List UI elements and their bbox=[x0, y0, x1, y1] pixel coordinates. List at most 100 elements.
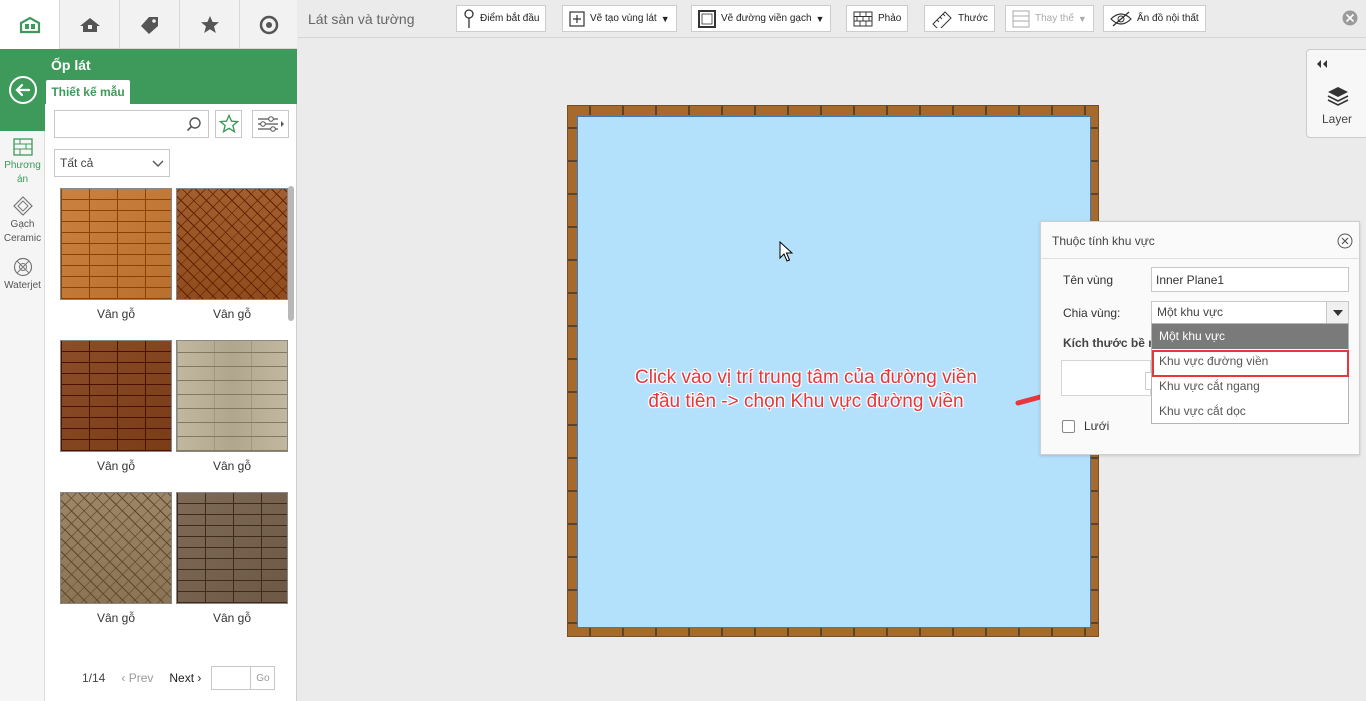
search-icon[interactable] bbox=[186, 116, 202, 132]
annotation-line-1: Click vào vị trí trung tâm của đường viề… bbox=[635, 367, 977, 388]
start-point-label: Điểm bắt đầu bbox=[480, 13, 540, 24]
compass-icon bbox=[259, 15, 278, 34]
draw-border-button[interactable]: Vẽ đường viền gạch ▼ bbox=[691, 5, 832, 32]
side-nav-label: Gạch Ceramic bbox=[3, 219, 42, 244]
side-nav-label: Waterjet bbox=[4, 280, 41, 291]
border-icon bbox=[698, 9, 716, 28]
start-point-button[interactable]: Điểm bắt đầu bbox=[456, 5, 547, 32]
caret-down-icon bbox=[1332, 309, 1343, 316]
side-nav: Phương án Gạch Ceramic Waterjet bbox=[0, 131, 45, 701]
hide-furniture-icon bbox=[1110, 11, 1132, 26]
tile-label: Vân gỗ bbox=[96, 307, 136, 321]
page-number-input[interactable] bbox=[211, 666, 252, 690]
logo-tab[interactable] bbox=[0, 0, 60, 49]
pagination: 1/14 ‹ Prev Next › Go bbox=[82, 666, 276, 690]
chevron-right-icon: › bbox=[194, 671, 202, 685]
go-button[interactable]: Go bbox=[251, 666, 276, 690]
house-tab[interactable] bbox=[60, 0, 120, 49]
tile-thumbnail[interactable]: Vân gỗ bbox=[176, 340, 288, 473]
dropdown-toggle[interactable] bbox=[1326, 302, 1348, 323]
back-button[interactable] bbox=[0, 49, 45, 131]
molding-label: Phảo bbox=[878, 13, 902, 24]
caret-down-icon: ▼ bbox=[815, 13, 825, 24]
zone-option-vertical[interactable]: Khu vực cắt dọc bbox=[1152, 399, 1348, 424]
close-editor-icon[interactable] bbox=[1341, 9, 1359, 27]
star-outline-icon bbox=[218, 114, 239, 134]
ruler-icon bbox=[932, 10, 952, 28]
grid-checkbox[interactable] bbox=[1062, 420, 1075, 433]
tag-icon bbox=[140, 16, 158, 34]
grid-label: Lưới bbox=[1084, 419, 1110, 433]
tile-thumbnail[interactable]: Vân gỗ bbox=[60, 188, 172, 321]
next-label: Next bbox=[169, 671, 195, 685]
thumbnail-grid: Vân gỗ Vân gỗ Vân gỗ Vân gỗ Vân gỗ Vân g… bbox=[60, 188, 290, 638]
ruler-button[interactable]: Thước bbox=[924, 5, 995, 32]
ceramic-tile-icon bbox=[12, 196, 33, 216]
side-nav-item-plan[interactable]: Phương án bbox=[0, 137, 45, 187]
tile-swatch bbox=[176, 340, 288, 452]
tile-swatch bbox=[176, 492, 288, 604]
pin-icon bbox=[464, 8, 474, 28]
molding-button[interactable]: Phảo bbox=[846, 5, 909, 32]
highlight-box bbox=[1152, 350, 1349, 377]
hide-furniture-label: Ẩn đồ nội thất bbox=[1137, 13, 1199, 24]
waterjet-icon bbox=[13, 257, 32, 277]
tile-thumbnail[interactable]: Vân gỗ bbox=[176, 188, 288, 321]
next-page-button[interactable]: Next › bbox=[169, 671, 201, 685]
zone-option-horizontal[interactable]: Khu vực cắt ngang bbox=[1152, 374, 1348, 399]
star-icon bbox=[200, 15, 219, 33]
category-select[interactable]: Tất cả bbox=[54, 149, 170, 177]
surface-size-label: Kích thước bề m bbox=[1063, 336, 1159, 350]
tile-swatch bbox=[60, 340, 172, 452]
replace-button[interactable]: Thay thế ▼ bbox=[1005, 5, 1094, 32]
chevron-left-icon: ‹ bbox=[121, 671, 129, 685]
tab-design-samples[interactable]: Thiết kế mẫu bbox=[46, 80, 130, 104]
zone-split-select[interactable]: Một khu vực bbox=[1151, 301, 1349, 324]
caret-down-icon: ▼ bbox=[660, 13, 670, 24]
zone-option-single[interactable]: Một khu vực bbox=[1152, 324, 1348, 349]
hide-furniture-button[interactable]: Ẩn đồ nội thất bbox=[1103, 5, 1206, 32]
prev-page-button[interactable]: ‹ Prev bbox=[121, 671, 153, 685]
page-info: 1/14 bbox=[82, 671, 106, 685]
tile-swatch bbox=[60, 188, 172, 300]
layer-panel-button[interactable]: Layer bbox=[1306, 49, 1366, 138]
add-area-icon bbox=[569, 10, 585, 27]
toolbar: Lát sàn và tường Điểm bắt đầu Vẽ tạo vùn… bbox=[298, 0, 1366, 38]
search-input[interactable] bbox=[55, 111, 180, 137]
tile-thumbnail[interactable]: Vân gỗ bbox=[176, 492, 288, 625]
tile-label: Vân gỗ bbox=[212, 611, 252, 625]
house-icon bbox=[79, 17, 100, 32]
annotation-line-2: đầu tiên -> chọn Khu vực đường viền bbox=[648, 391, 964, 412]
replace-label: Thay thế bbox=[1035, 13, 1074, 24]
thumbnail-scrollbar[interactable] bbox=[288, 186, 294, 321]
replace-icon bbox=[1012, 10, 1030, 27]
tile-label: Vân gỗ bbox=[96, 459, 136, 473]
favorite-tab[interactable] bbox=[180, 0, 240, 49]
prev-label: Prev bbox=[128, 671, 154, 685]
category-selected: Tất cả bbox=[60, 156, 94, 170]
search-tab[interactable] bbox=[240, 0, 297, 49]
filter-settings-button[interactable] bbox=[252, 110, 289, 138]
tag-tab[interactable] bbox=[120, 0, 180, 49]
zone-name-input[interactable] bbox=[1151, 267, 1349, 292]
left-panel: Ốp lát Thiết kế mẫu Phương án Gạch Ceram… bbox=[0, 0, 297, 701]
tile-label: Vân gỗ bbox=[212, 307, 252, 321]
tile-label: Vân gỗ bbox=[96, 611, 136, 625]
side-nav-item-ceramic[interactable]: Gạch Ceramic bbox=[0, 196, 45, 246]
tile-label: Vân gỗ bbox=[212, 459, 252, 473]
close-icon[interactable] bbox=[1337, 233, 1353, 249]
tile-thumbnail[interactable]: Vân gỗ bbox=[60, 340, 172, 473]
draw-area-button[interactable]: Vẽ tạo vùng lát ▼ bbox=[562, 5, 677, 32]
surface-size-group bbox=[1061, 360, 1151, 396]
dialog-title: Thuộc tính khu vực bbox=[1052, 234, 1155, 248]
favorite-filter-button[interactable] bbox=[215, 110, 242, 138]
tile-thumbnail[interactable]: Vân gỗ bbox=[60, 492, 172, 625]
double-chevron-left-icon[interactable] bbox=[1315, 58, 1329, 70]
zone-split-label: Chia vùng: bbox=[1063, 306, 1121, 320]
side-nav-item-waterjet[interactable]: Waterjet bbox=[0, 257, 45, 293]
caret-down-icon: ▼ bbox=[1077, 13, 1087, 24]
draw-area-label: Vẽ tạo vùng lát bbox=[590, 13, 657, 24]
zone-name-label: Tên vùng bbox=[1063, 273, 1114, 287]
tutorial-annotation: Click vào vị trí trung tâm của đường viề… bbox=[596, 366, 1016, 414]
tile-swatch bbox=[60, 492, 172, 604]
